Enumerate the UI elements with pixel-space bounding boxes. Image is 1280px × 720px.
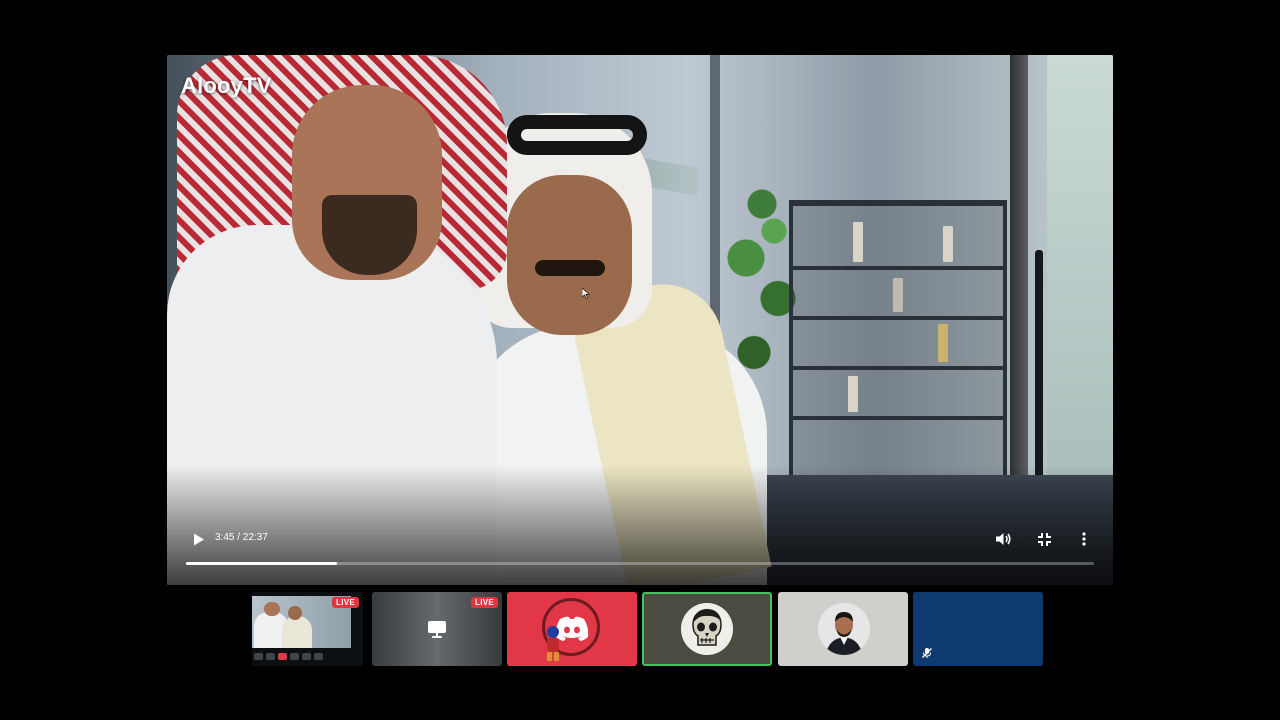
monitor-icon — [428, 621, 446, 638]
character-icon — [547, 626, 559, 661]
participant-tile-discord[interactable] — [507, 592, 637, 666]
play-button[interactable] — [189, 529, 209, 549]
video-frame — [167, 55, 1113, 585]
progress-fill — [186, 562, 337, 565]
more-options-button[interactable] — [1073, 528, 1095, 550]
live-badge: LIVE — [471, 597, 498, 608]
time-display: 3:45 / 22:37 — [215, 532, 268, 543]
more-vertical-icon — [1082, 532, 1086, 546]
progress-bar[interactable] — [186, 562, 1094, 565]
participant-strip: LIVE LIVE — [0, 592, 1280, 668]
mouse-cursor-icon — [582, 288, 590, 299]
exit-fullscreen-button[interactable] — [1033, 528, 1055, 550]
play-icon — [194, 533, 204, 545]
volume-icon — [996, 533, 1011, 545]
stream-preview-toolbar — [254, 652, 350, 660]
participant-tile-stream[interactable]: LIVE — [252, 592, 363, 666]
mic-off-icon — [922, 648, 932, 658]
man-avatar-icon — [818, 603, 870, 655]
bookshelf — [789, 200, 1007, 500]
video-player[interactable]: AlooyTV 3:45 / 22:37 — [167, 55, 1113, 585]
participant-tile-muted[interactable] — [913, 592, 1043, 666]
participant-tile-screen-share[interactable]: LIVE — [372, 592, 502, 666]
channel-logo: AlooyTV — [181, 73, 272, 98]
skull-avatar-icon — [681, 603, 733, 655]
volume-button[interactable] — [993, 528, 1015, 550]
participant-tile-user[interactable] — [778, 592, 908, 666]
fullscreen-exit-icon — [1037, 532, 1051, 546]
skull-avatar — [681, 603, 733, 655]
player-controls: 3:45 / 22:37 — [167, 525, 1113, 585]
live-badge: LIVE — [332, 597, 359, 608]
participant-tile-speaking[interactable] — [642, 592, 772, 666]
man-avatar — [818, 603, 870, 655]
